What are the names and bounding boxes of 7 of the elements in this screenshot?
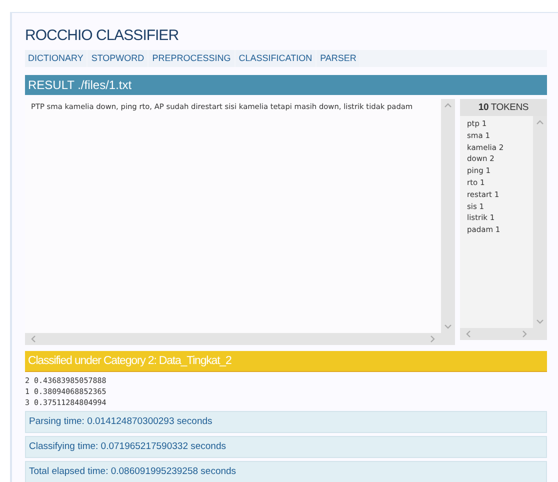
result-header: RESULT ./files/1.txt: [25, 75, 547, 95]
tokens-header: 10 TOKENS: [460, 99, 547, 116]
app-title: ROCCHIO CLASSIFIER: [25, 27, 180, 44]
timing-bar: Classifying time: 0.071965217590332 seconds: [25, 436, 547, 458]
timing-bar: Parsing time: 0.014124870300293 seconds: [25, 411, 547, 433]
timing-bar: Total elapsed time: 0.086091995239258 seconds: [25, 461, 547, 482]
classification-banner: Classified under Category 2: Data_Tingkat_2: [25, 351, 547, 372]
